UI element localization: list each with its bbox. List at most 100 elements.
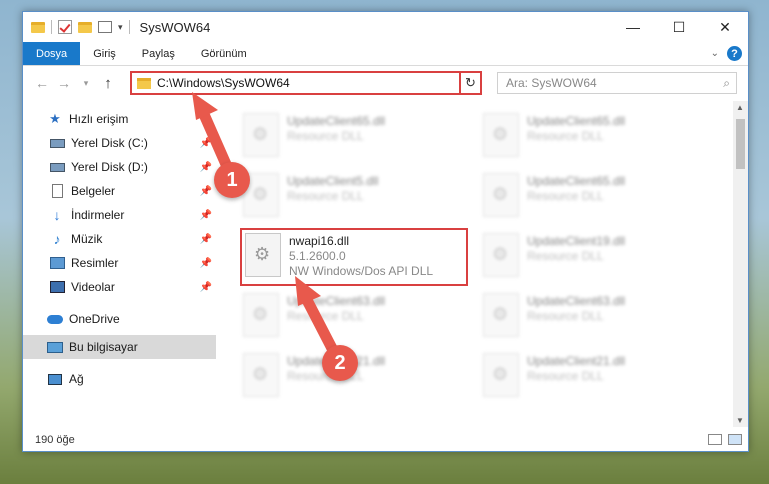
folder-icon: [31, 21, 45, 33]
network-icon: [47, 372, 63, 386]
dll-file-icon: [483, 353, 519, 397]
file-type: Resource DLL: [527, 369, 604, 383]
star-icon: ★: [49, 111, 61, 126]
video-icon: [49, 280, 65, 294]
properties-check-icon[interactable]: [58, 20, 72, 34]
dll-file-icon: [483, 293, 519, 337]
file-item[interactable]: UpdateClient21.dllResource DLL: [243, 351, 473, 407]
tab-share[interactable]: Paylaş: [129, 42, 188, 65]
dll-file-icon: [243, 293, 279, 337]
file-highlight-box: [240, 228, 468, 286]
address-path[interactable]: C:\Windows\SysWOW64: [157, 76, 465, 90]
sidebar-item-pictures[interactable]: Resimler 📌: [23, 251, 216, 275]
file-item[interactable]: UpdateClient19.dllResource DLL: [483, 231, 713, 287]
document-icon: [49, 184, 65, 198]
pin-icon[interactable]: 📌: [200, 234, 212, 245]
new-folder-icon[interactable]: [78, 21, 92, 33]
pin-icon[interactable]: 📌: [200, 138, 212, 149]
search-icon: ⌕: [723, 76, 730, 90]
vertical-scrollbar[interactable]: ▲ ▼: [733, 101, 748, 427]
music-note-icon: ♪: [53, 231, 61, 247]
sidebar-item-label: Ağ: [69, 372, 84, 386]
navigation-bar: ← → ▾ ↑ C:\Windows\SysWOW64 ⌄ ↻ Ara: Sys…: [23, 66, 748, 100]
help-icon[interactable]: ?: [727, 46, 742, 61]
pin-icon[interactable]: 📌: [200, 258, 212, 269]
title-bar: ▾ SysWOW64 — ☐ ✕: [23, 12, 748, 42]
file-name: UpdateClient21.dll: [527, 354, 626, 368]
sidebar-item-onedrive[interactable]: OneDrive: [23, 307, 216, 331]
sidebar-item-videos[interactable]: Videolar 📌: [23, 275, 216, 299]
divider: [51, 20, 52, 34]
file-name: UpdateClient65.dll: [287, 114, 386, 128]
scrollbar-thumb[interactable]: [736, 119, 745, 169]
recent-chevron-icon[interactable]: ▾: [75, 78, 97, 89]
dll-file-icon: [483, 233, 519, 277]
file-name: UpdateClient65.dll: [527, 114, 626, 128]
tab-file[interactable]: Dosya: [23, 42, 81, 65]
file-item[interactable]: UpdateClient63.dllResource DLL: [483, 291, 713, 347]
sidebar-item-music[interactable]: ♪ Müzik 📌: [23, 227, 216, 251]
sidebar-item-documents[interactable]: Belgeler 📌: [23, 179, 216, 203]
sidebar-item-label: Belgeler: [71, 184, 116, 198]
ribbon-tabs: Dosya Giriş Paylaş Görünüm ⌄ ?: [23, 42, 748, 66]
file-type: Resource DLL: [287, 189, 364, 203]
pin-icon[interactable]: 📌: [200, 186, 212, 197]
file-item[interactable]: UpdateClient21.dllResource DLL: [483, 351, 713, 407]
search-input[interactable]: Ara: SysWOW64 ⌕: [497, 72, 737, 94]
up-arrow-icon[interactable]: ↑: [97, 75, 119, 92]
scroll-down-icon[interactable]: ▼: [736, 416, 744, 425]
close-button[interactable]: ✕: [702, 12, 748, 42]
file-item[interactable]: UpdateClient65.dllResource DLL: [483, 171, 713, 227]
quick-access-toolbar: ▾: [23, 20, 130, 34]
sidebar-item-label: Yerel Disk (D:): [71, 160, 148, 174]
minimize-button[interactable]: —: [610, 12, 656, 42]
dll-file-icon: [243, 353, 279, 397]
cloud-icon: [47, 312, 63, 326]
file-name: UpdateClient63.dll: [527, 294, 626, 308]
dll-file-icon: [243, 113, 279, 157]
download-arrow-icon: ↓: [53, 207, 61, 223]
sidebar-item-this-pc[interactable]: Bu bilgisayar: [23, 335, 216, 359]
refresh-button[interactable]: ↻: [459, 71, 482, 95]
sidebar-item-local-disk-d[interactable]: Yerel Disk (D:) 📌: [23, 155, 216, 179]
window-controls: — ☐ ✕: [610, 12, 748, 42]
tab-view[interactable]: Görünüm: [188, 42, 260, 65]
sidebar-item-network[interactable]: Ağ: [23, 367, 216, 391]
address-bar[interactable]: C:\Windows\SysWOW64 ⌄: [130, 71, 481, 95]
pin-icon[interactable]: 📌: [200, 162, 212, 173]
dll-file-icon: [483, 173, 519, 217]
sidebar-item-local-disk-c[interactable]: Yerel Disk (C:) 📌: [23, 131, 216, 155]
details-view-icon[interactable]: [708, 434, 722, 445]
forward-arrow-icon[interactable]: →: [53, 75, 75, 91]
expand-ribbon-icon[interactable]: ⌄: [711, 48, 719, 59]
maximize-button[interactable]: ☐: [656, 12, 702, 42]
ribbon-right: ⌄ ?: [711, 46, 742, 61]
file-item[interactable]: UpdateClient63.dllResource DLL: [243, 291, 473, 347]
pin-icon[interactable]: 📌: [200, 210, 212, 221]
scroll-up-icon[interactable]: ▲: [736, 103, 744, 112]
file-item[interactable]: UpdateClient65.dllResource DLL: [483, 111, 713, 167]
customize-icon[interactable]: [98, 21, 112, 33]
view-toggles: [708, 434, 742, 445]
tab-home[interactable]: Giriş: [80, 42, 129, 65]
sidebar-item-quick-access[interactable]: ★ Hızlı erişim: [23, 107, 216, 131]
sidebar-item-label: Hızlı erişim: [69, 112, 129, 126]
sidebar-item-label: İndirmeler: [71, 208, 125, 222]
file-type: Resource DLL: [287, 129, 364, 143]
pin-icon[interactable]: 📌: [200, 282, 212, 293]
file-name: UpdateClient5.dll: [287, 174, 379, 188]
file-type: Resource DLL: [527, 249, 604, 263]
file-name: UpdateClient63.dll: [287, 294, 386, 308]
file-item[interactable]: UpdateClient65.dllResource DLL: [243, 111, 473, 167]
step-badge-1: 1: [214, 162, 250, 198]
sidebar-item-label: Videolar: [71, 280, 115, 294]
tiles-view-icon[interactable]: [728, 434, 742, 445]
file-type: Resource DLL: [527, 189, 604, 203]
sidebar-item-downloads[interactable]: ↓ İndirmeler 📌: [23, 203, 216, 227]
step-badge-2: 2: [322, 345, 358, 381]
file-item[interactable]: UpdateClient5.dllResource DLL: [243, 171, 473, 227]
window-title: SysWOW64: [139, 19, 211, 35]
chevron-down-icon[interactable]: ▾: [118, 22, 123, 33]
drive-icon: [49, 160, 65, 174]
back-arrow-icon[interactable]: ←: [31, 75, 53, 91]
